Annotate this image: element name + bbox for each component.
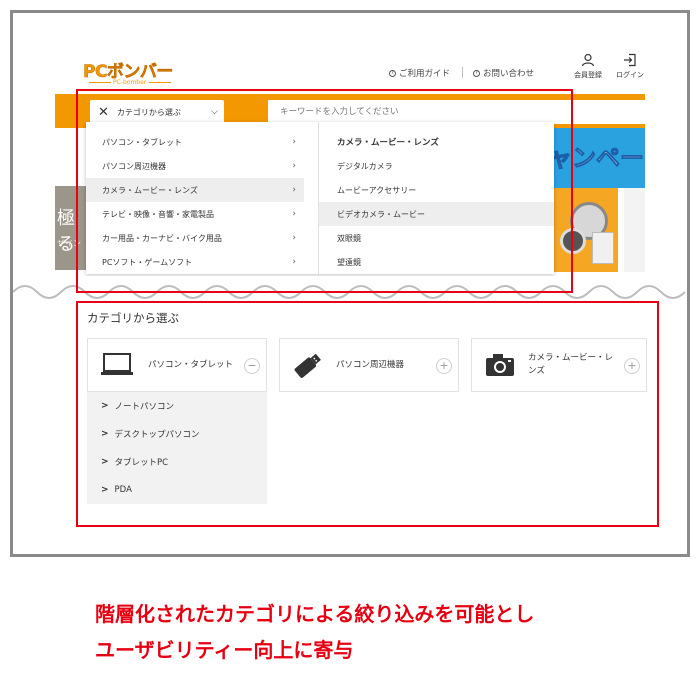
logo-divider	[89, 82, 111, 83]
subcategory-item[interactable]: 双眼鏡	[319, 226, 554, 250]
category-card-label: パソコン周辺機器	[336, 359, 405, 370]
subcategory-link[interactable]: > ノートパソコン	[87, 392, 267, 420]
category-item-label: テレビ・映像・音響・家電製品	[102, 209, 214, 219]
info-circle-icon: ?	[389, 69, 396, 77]
chevron-right-icon: ›	[292, 185, 296, 195]
subcategory-link-label: ノートパソコン	[114, 402, 175, 412]
section-break	[13, 276, 687, 302]
chevron-right-icon: >	[101, 457, 109, 467]
category-item-label: パソコン周辺機器	[102, 161, 166, 171]
caption: 階層化されたカテゴリによる絞り込みを可能とし ユーザビリティー向上に寄与	[95, 596, 534, 668]
category-list: パソコン・タブレット › パソコン周辺機器 › カメラ・ムービー・レンズ › テレビ・…	[86, 130, 304, 274]
campaign-banner[interactable]: ャンペー	[548, 128, 645, 188]
usb-drive-icon	[294, 353, 321, 378]
wavy-divider	[13, 285, 686, 299]
category-card-pc-peripherals[interactable]: パソコン周辺機器 +	[279, 338, 459, 392]
info-circle-icon: ?	[473, 69, 480, 77]
contact-link-label: お問い合わせ	[483, 69, 535, 79]
category-card-pc-tablet[interactable]: パソコン・タブレット −	[87, 338, 267, 392]
subcategory-link[interactable]: > タブレットPC	[87, 448, 267, 476]
chevron-right-icon: ›	[292, 161, 296, 171]
chevron-right-icon: ›	[292, 137, 296, 147]
product-banner[interactable]	[548, 188, 618, 272]
banner-image-right[interactable]	[624, 188, 645, 272]
category-item-label: パソコン・タブレット	[102, 137, 182, 147]
category-item-active[interactable]: カメラ・ムービー・レンズ ›	[86, 178, 304, 202]
login-icon	[624, 53, 636, 67]
banner-image-left[interactable]: 極る ザイン	[55, 186, 87, 270]
guide-link[interactable]: ? ご利用ガイド	[389, 67, 450, 79]
subcategory-item[interactable]: 望遠鏡	[319, 250, 554, 274]
category-toggle-label: カテゴリから選ぶ	[116, 107, 181, 117]
subcategory-link[interactable]: > PDA	[87, 476, 267, 504]
chevron-down-icon: ⌵	[211, 107, 218, 117]
chevron-right-icon: ›	[292, 233, 296, 243]
category-card-label-line2: ンズ	[528, 366, 545, 376]
category-item-label: カメラ・ムービー・レンズ	[102, 185, 198, 195]
chevron-right-icon: >	[101, 485, 109, 495]
category-item-label: PCソフト・ゲームソフト	[102, 257, 193, 267]
fan-image	[560, 228, 586, 254]
screenshot-frame: PCボンバー PC-bomber ? ご利用ガイド ? お問い合わせ 会員登録 …	[10, 10, 690, 557]
collapse-icon[interactable]: −	[244, 358, 260, 374]
header-separator	[462, 67, 463, 78]
subcategory-link[interactable]: > デスクトップパソコン	[87, 420, 267, 448]
site-logo[interactable]: PCボンバー PC-bomber	[83, 55, 193, 89]
campaign-text: ャンペー	[548, 144, 645, 173]
category-toggle-button[interactable]: ✕ カテゴリから選ぶ ⌵	[90, 100, 224, 124]
register-button[interactable]: 会員登録	[568, 53, 608, 80]
chevron-right-icon: >	[101, 429, 109, 439]
category-card-camera[interactable]: カメラ・ムービー・レ ンズ +	[471, 338, 647, 392]
category-item[interactable]: カー用品・カーナビ・バイク用品 ›	[86, 226, 304, 250]
subcategory-link-label: タブレットPC	[114, 458, 169, 468]
category-item[interactable]: PCソフト・ゲームソフト ›	[86, 250, 304, 274]
chevron-right-icon: ›	[292, 257, 296, 267]
contact-link[interactable]: ? お問い合わせ	[473, 67, 534, 79]
subcategory-link-label: PDA	[114, 485, 132, 495]
chevron-right-icon: >	[101, 401, 109, 411]
category-item-label: カー用品・カーナビ・バイク用品	[102, 233, 222, 243]
category-dropdown: パソコン・タブレット › パソコン周辺機器 › カメラ・ムービー・レンズ › テレビ・…	[86, 122, 554, 274]
guide-link-label: ご利用ガイド	[399, 69, 451, 79]
section-title: カテゴリから選ぶ	[87, 311, 179, 325]
subcategory-list: カメラ・ムービー・レンズ デジタルカメラ ムービーアクセサリー ビデオカメラ・ム…	[319, 130, 554, 274]
product-image	[592, 232, 614, 264]
category-card-label-line1: カメラ・ムービー・レ	[528, 353, 614, 363]
banner-left-subtext: ザイン	[57, 239, 81, 248]
category-item[interactable]: パソコン・タブレット ›	[86, 130, 304, 154]
caption-line: ユーザビリティー向上に寄与	[95, 638, 354, 662]
expand-icon[interactable]: +	[624, 358, 640, 374]
expand-icon[interactable]: +	[436, 358, 452, 374]
register-label: 会員登録	[574, 71, 602, 79]
login-label: ログイン	[616, 71, 644, 79]
logo-subtext: PC-bomber	[113, 79, 147, 86]
category-item[interactable]: パソコン周辺機器 ›	[86, 154, 304, 178]
subcategory-heading[interactable]: カメラ・ムービー・レンズ	[319, 130, 554, 154]
login-button[interactable]: ログイン	[610, 53, 650, 80]
subcategory-item[interactable]: デジタルカメラ	[319, 154, 554, 178]
search-input[interactable]	[268, 100, 645, 124]
close-icon: ✕	[98, 104, 109, 120]
subcategory-link-label: デスクトップパソコン	[114, 430, 200, 440]
subcategory-item[interactable]: ムービーアクセサリー	[319, 178, 554, 202]
category-item[interactable]: テレビ・映像・音響・家電製品 ›	[86, 202, 304, 226]
category-card-label: パソコン・タブレット	[148, 359, 234, 370]
chevron-right-icon: ›	[292, 209, 296, 219]
caption-line: 階層化されたカテゴリによる絞り込みを可能とし	[95, 602, 535, 626]
camera-icon	[486, 354, 514, 376]
subcategory-item-hovered[interactable]: ビデオカメラ・ムービー	[319, 202, 554, 226]
laptop-icon	[101, 353, 133, 375]
user-icon	[581, 53, 595, 67]
logo-divider	[149, 82, 171, 83]
category-card-label: カメラ・ムービー・レ ンズ	[528, 352, 613, 378]
expanded-subcategory-list: > ノートパソコン > デスクトップパソコン > タブレットPC > PDA	[87, 392, 267, 504]
